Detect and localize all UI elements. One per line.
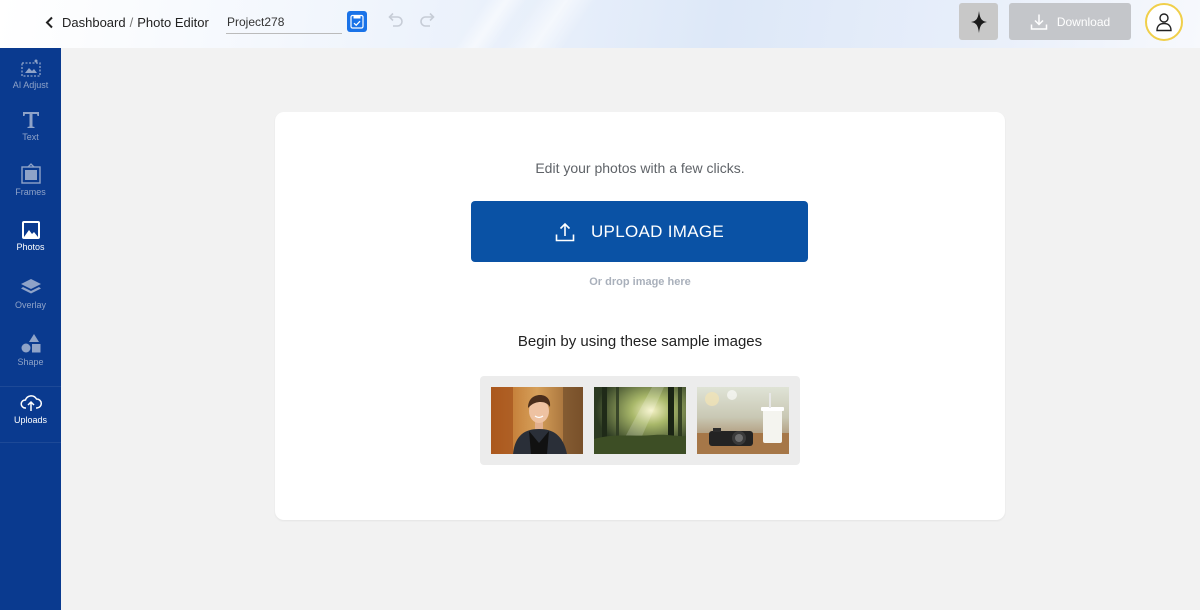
sidebar-item-label: Shape <box>17 357 44 367</box>
sidebar-divider <box>0 386 61 387</box>
text-icon <box>22 112 39 128</box>
ai-adjust-icon <box>20 59 41 77</box>
sidebar-item-label: Frames <box>15 187 46 197</box>
upload-cloud-icon <box>20 395 42 411</box>
upload-icon <box>555 222 575 241</box>
project-name-input[interactable] <box>226 11 342 34</box>
overlay-icon <box>20 279 41 294</box>
sidebar: AI Adjust Text Frames Photos Overlay Sha… <box>0 48 61 610</box>
sidebar-divider <box>0 442 61 443</box>
frames-icon <box>20 163 41 184</box>
breadcrumb-dashboard-link[interactable]: Dashboard <box>62 15 126 30</box>
sidebar-item-frames[interactable]: Frames <box>0 163 61 197</box>
sample-image-camera[interactable] <box>697 387 789 454</box>
save-icon <box>350 14 364 29</box>
sample-images <box>480 376 800 465</box>
undo-icon <box>388 12 403 27</box>
breadcrumb-current: Photo Editor <box>137 15 209 30</box>
upload-image-label: UPLOAD IMAGE <box>590 221 725 241</box>
redo-button[interactable] <box>418 11 438 31</box>
download-label: Download <box>1056 14 1111 29</box>
redo-icon <box>420 12 435 27</box>
sidebar-item-text[interactable]: Text <box>0 110 61 142</box>
breadcrumb: Dashboard / Photo Editor <box>62 15 209 30</box>
sample-image-portrait[interactable] <box>491 387 583 454</box>
photos-icon <box>21 221 40 239</box>
tagline: Edit your photos with a few clicks. <box>535 160 745 176</box>
sidebar-item-label: Overlay <box>14 300 46 310</box>
sidebar-item-label: Text <box>22 132 39 142</box>
download-icon <box>1030 14 1048 30</box>
sample-image-forest[interactable] <box>594 387 686 454</box>
user-icon <box>1156 13 1172 32</box>
shape-icon <box>21 334 40 353</box>
undo-button[interactable] <box>385 11 405 31</box>
breadcrumb-separator: / <box>129 15 134 30</box>
sidebar-item-label: Photos <box>16 242 45 252</box>
upload-card: Edit your photos with a few clicks. UPLO… <box>275 112 1005 520</box>
sidebar-item-photos[interactable]: Photos <box>0 220 61 252</box>
download-button[interactable]: Download <box>1009 3 1131 40</box>
upload-image-button[interactable]: UPLOAD IMAGE <box>471 201 808 262</box>
sidebar-item-label: Uploads <box>13 415 48 425</box>
sidebar-item-shape[interactable]: Shape <box>0 333 61 367</box>
back-chevron-icon[interactable] <box>42 14 56 30</box>
sidebar-item-ai-adjust[interactable]: AI Adjust <box>0 58 61 90</box>
premium-button[interactable] <box>959 3 998 40</box>
user-avatar-button[interactable] <box>1145 3 1183 41</box>
save-button[interactable] <box>347 11 367 32</box>
samples-title: Begin by using these sample images <box>517 333 763 350</box>
sparkle-icon <box>970 10 987 33</box>
sidebar-item-label: AI Adjust <box>12 80 49 90</box>
sidebar-item-overlay[interactable]: Overlay <box>0 278 61 310</box>
top-bar: Dashboard/Photo Editor Download <box>0 0 1200 48</box>
sidebar-item-uploads[interactable]: Uploads <box>0 393 61 425</box>
drop-hint: Or drop image here <box>589 276 691 288</box>
